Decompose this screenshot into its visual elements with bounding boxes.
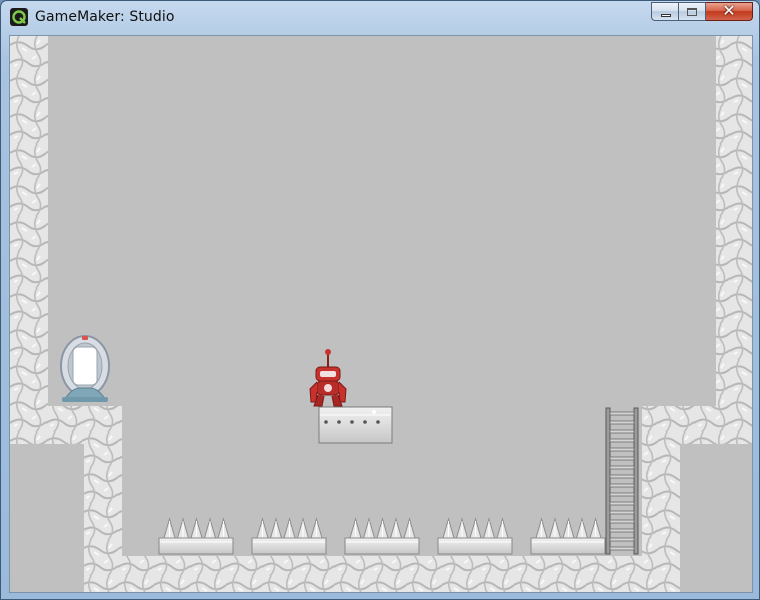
window-title: GameMaker: Studio	[35, 9, 175, 25]
metal-platform	[318, 406, 393, 444]
app-window: GameMaker: Studio ✕	[0, 0, 760, 600]
minimize-button[interactable]	[651, 2, 679, 21]
gamemaker-icon	[10, 8, 28, 26]
maximize-icon	[687, 8, 697, 16]
spike-trap	[158, 517, 234, 555]
spike-trap	[437, 517, 513, 555]
title-bar[interactable]: GameMaker: Studio ✕	[1, 1, 759, 35]
portal-door	[60, 335, 110, 402]
spike-traps	[158, 517, 606, 555]
game-room	[10, 36, 752, 592]
game-viewport[interactable]	[9, 35, 753, 593]
spike-trap	[530, 517, 606, 555]
floor	[84, 556, 680, 592]
minimize-icon	[661, 14, 671, 17]
close-button[interactable]: ✕	[706, 1, 753, 21]
ladder	[605, 407, 639, 555]
right-wall	[716, 36, 752, 444]
left-wall	[10, 36, 48, 444]
spike-trap	[251, 517, 327, 555]
maximize-button[interactable]	[679, 2, 706, 21]
player-robot	[309, 349, 347, 407]
stone-walls	[10, 36, 752, 592]
close-icon: ✕	[722, 1, 736, 20]
window-controls: ✕	[651, 1, 753, 22]
spike-trap	[344, 517, 420, 555]
